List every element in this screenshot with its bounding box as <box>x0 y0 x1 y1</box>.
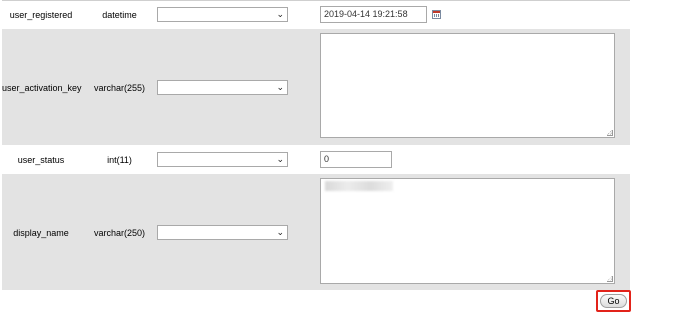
value-input-user-status[interactable]: 0 <box>320 151 392 168</box>
field-type: datetime <box>102 10 137 20</box>
redacted-text <box>325 181 393 191</box>
resize-handle-icon[interactable] <box>607 276 613 282</box>
chevron-down-icon: ⌄ <box>276 9 284 19</box>
calendar-icon[interactable] <box>432 10 441 19</box>
field-name: user_status <box>17 155 65 165</box>
go-button[interactable]: Go <box>600 294 627 308</box>
resize-handle-icon[interactable] <box>607 130 613 136</box>
field-type: varchar(250) <box>93 228 146 238</box>
value-input-user-registered[interactable]: 2019-04-14 19:21:58 <box>320 6 427 23</box>
table-row-user-registered: user_registered datetime <box>2 1 630 28</box>
value-textarea-display-name[interactable] <box>320 178 615 284</box>
field-name: display_name <box>13 228 69 238</box>
field-name: user_activation_key <box>2 83 82 93</box>
field-type: varchar(255) <box>93 83 146 93</box>
field-type: int(11) <box>107 155 132 165</box>
function-select-user-status[interactable]: ⌄ <box>157 152 288 167</box>
function-select-user-registered[interactable]: ⌄ <box>157 7 288 22</box>
function-select-user-activation-key[interactable]: ⌄ <box>157 80 288 95</box>
field-name: user_registered <box>9 10 73 20</box>
chevron-down-icon: ⌄ <box>276 227 284 237</box>
value-textarea-user-activation-key[interactable] <box>320 33 615 138</box>
table-row-user-status: user_status int(11) <box>2 146 630 173</box>
function-select-display-name[interactable]: ⌄ <box>157 225 288 240</box>
chevron-down-icon: ⌄ <box>276 154 284 164</box>
go-button-highlight: Go <box>596 290 631 312</box>
chevron-down-icon: ⌄ <box>276 82 284 92</box>
